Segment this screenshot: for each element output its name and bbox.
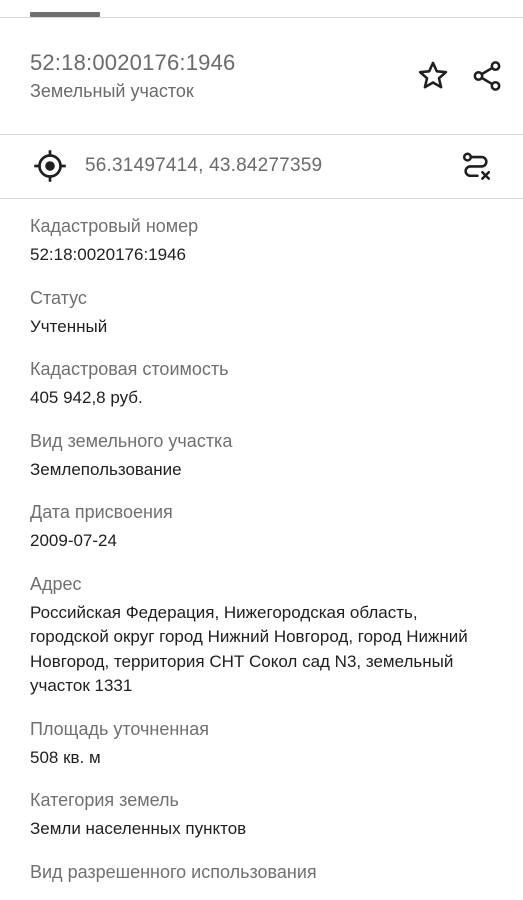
coordinates-divider <box>0 198 523 199</box>
field-value: 52:18:0020176:1946 <box>30 245 186 264</box>
field-cadastral-number: Кадастровый номер 52:18:0020176:1946 <box>30 214 500 268</box>
field-label: Площадь уточненная <box>30 718 209 739</box>
field-value: Землепользование <box>30 459 182 479</box>
field-permitted-use: Вид разрешенного использования <box>30 860 500 884</box>
field-label: Статус <box>30 287 87 308</box>
field-land-type: Вид земельного участка Землепользование <box>30 429 500 483</box>
field-label: Кадастровый номер <box>30 216 199 236</box>
field-value: Учтенный <box>30 316 108 336</box>
parcel-details-screen: 52:18:0020176:1946 Земельный участок 56.… <box>0 0 523 900</box>
field-status: Статус Учтенный <box>30 286 500 340</box>
field-assignment-date: Дата присвоения 2009-07-24 <box>30 500 500 554</box>
field-label: Вид земельного участка <box>30 430 233 451</box>
field-label: Категория земель <box>30 790 179 810</box>
favorite-button[interactable] <box>413 56 453 96</box>
coordinates-row: 56.31497414, 43.84277359 <box>0 135 523 198</box>
field-area: Площадь уточненная 508 кв. м <box>30 717 500 771</box>
route-button[interactable] <box>456 147 496 187</box>
parcel-title: 52:18:0020176:1946 <box>30 50 236 75</box>
parcel-fields: Кадастровый номер 52:18:0020176:1946 Ста… <box>30 214 500 900</box>
field-value: 405 942,8 руб. <box>30 388 143 407</box>
star-icon <box>418 61 448 89</box>
field-address: Адрес Российская Федерация, Нижегородска… <box>30 572 500 699</box>
coordinates-text[interactable]: 56.31497414, 43.84277359 <box>85 155 322 177</box>
field-value: 508 кв. м <box>30 747 101 767</box>
field-value: 2009-07-24 <box>30 531 117 550</box>
crosshair-icon <box>34 150 66 182</box>
field-value: Российская Федерация, Нижегородская обла… <box>30 602 468 696</box>
field-cadastral-value: Кадастровая стоимость 405 942,8 руб. <box>30 357 500 411</box>
parcel-header: 52:18:0020176:1946 Земельный участок <box>0 18 523 134</box>
field-label: Вид разрешенного использования <box>30 861 317 882</box>
route-icon <box>462 152 491 180</box>
field-land-category: Категория земель Земли населенных пункто… <box>30 788 500 842</box>
locate-button[interactable] <box>32 148 68 184</box>
field-label: Адрес <box>30 573 82 594</box>
share-button[interactable] <box>467 56 507 96</box>
field-value: Земли населенных пунктов <box>30 819 247 838</box>
field-label: Кадастровая стоимость <box>30 359 229 379</box>
share-icon <box>473 61 501 91</box>
parcel-subtitle: Земельный участок <box>30 81 194 101</box>
field-label: Дата присвоения <box>30 502 173 522</box>
